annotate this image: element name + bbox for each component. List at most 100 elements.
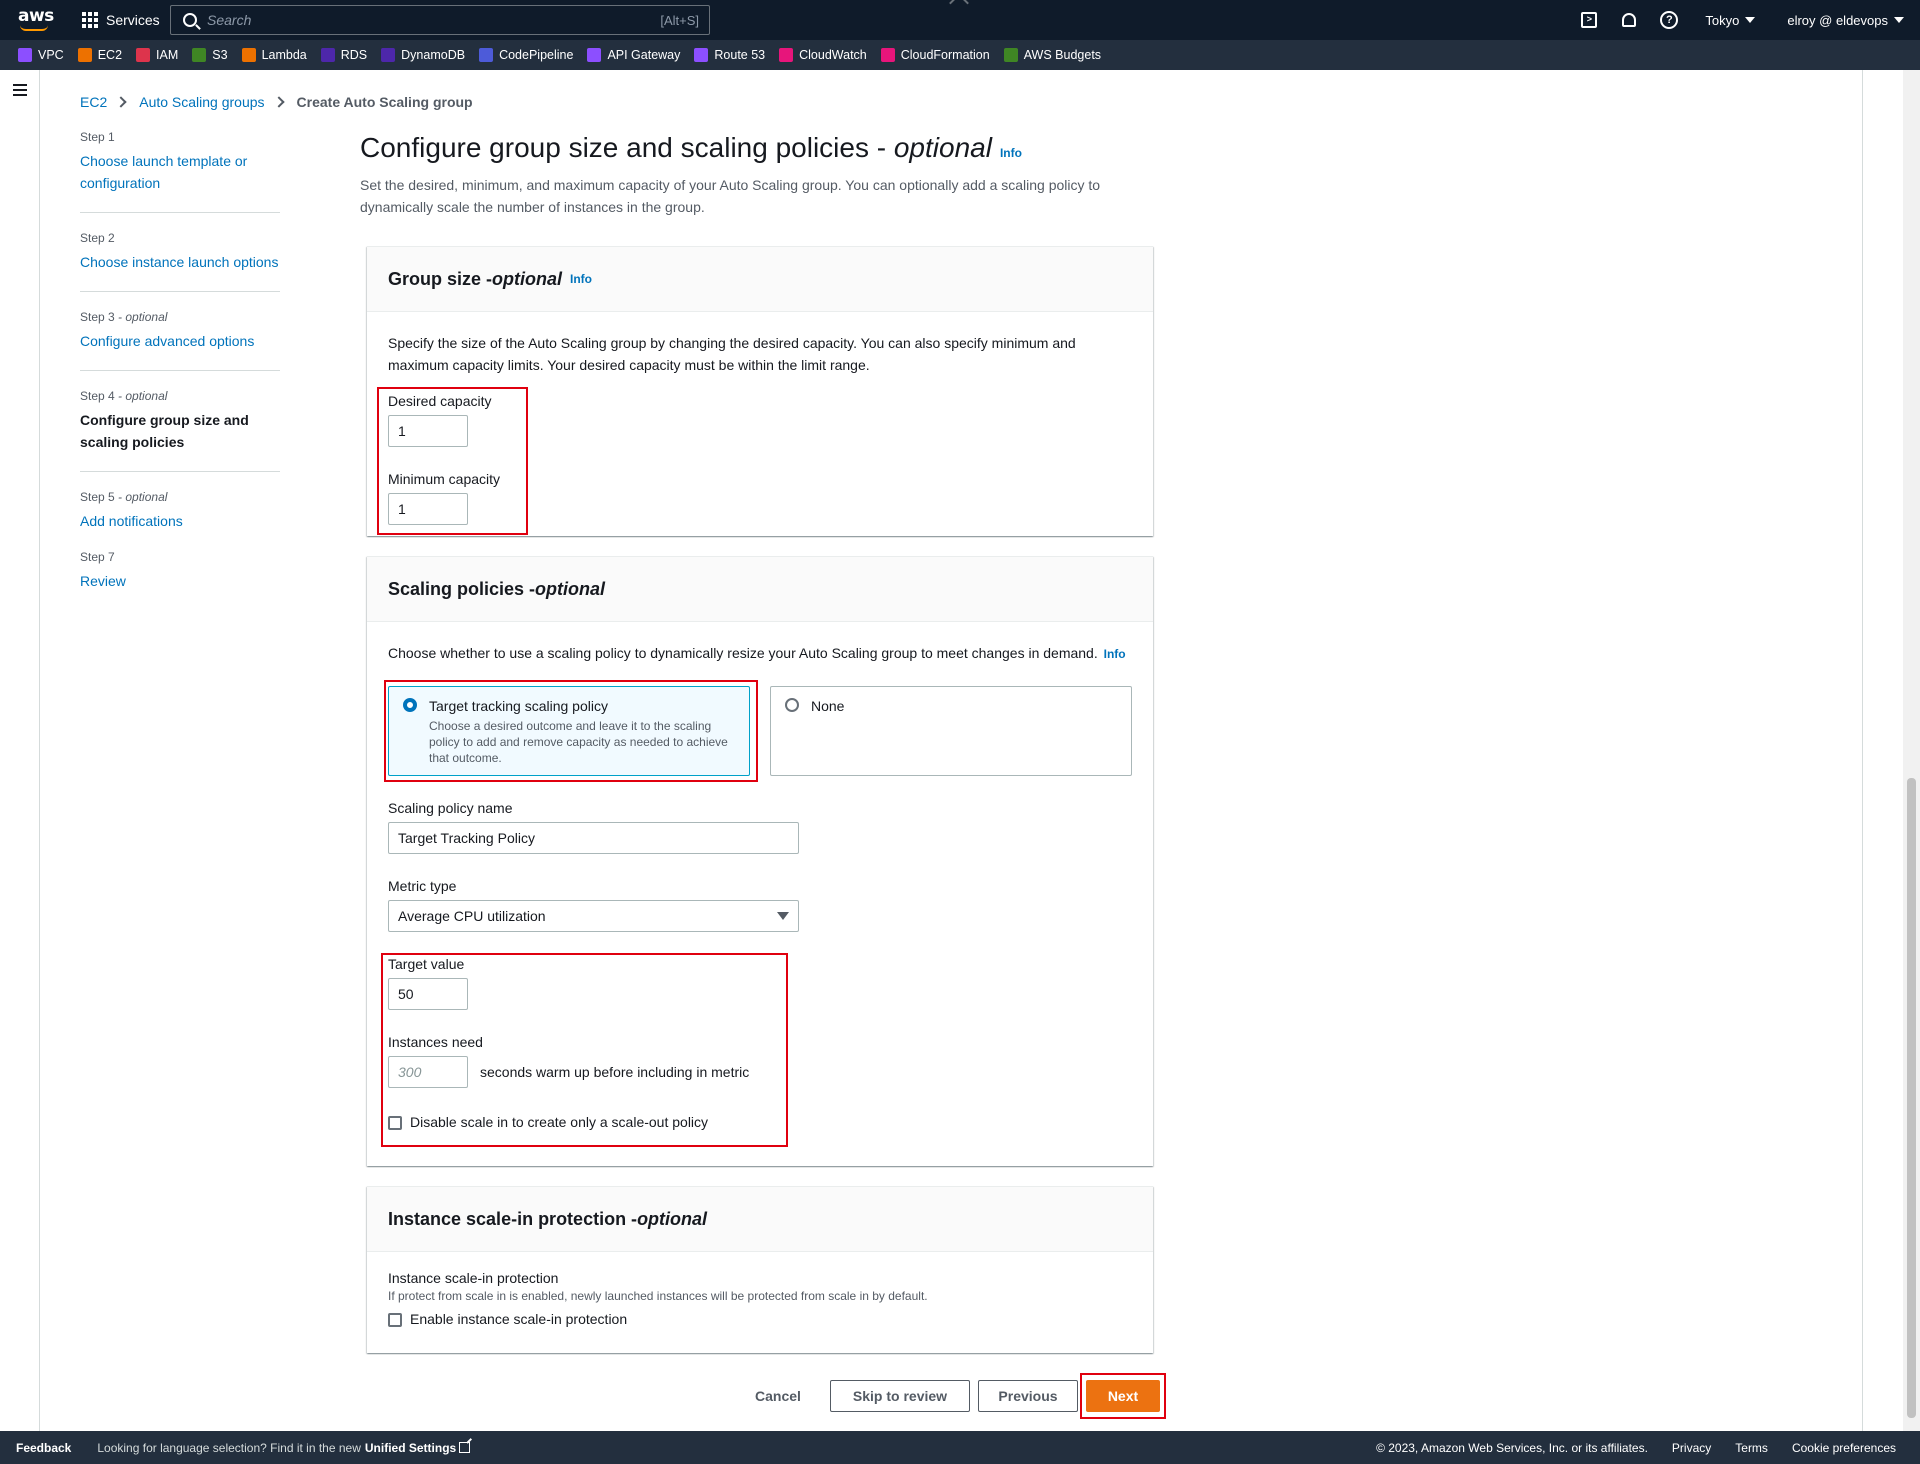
favorite-codepipeline[interactable]: CodePipeline (479, 48, 573, 62)
language-hint: Looking for language selection? Find it … (97, 1440, 361, 1455)
favorite-api-gateway[interactable]: API Gateway (587, 48, 680, 62)
metric-type-label: Metric type (388, 878, 457, 894)
search-icon (183, 13, 197, 27)
policy-name-input[interactable]: Target Tracking Policy (388, 822, 799, 854)
protection-label: Instance scale-in protection (388, 1270, 559, 1286)
scale-in-protection-panel: Instance scale-in protection - optional … (367, 1186, 1153, 1353)
highlight-target-settings (381, 953, 788, 1147)
skip-to-review-button[interactable]: Skip to review (830, 1380, 970, 1412)
terminal-icon: > (1581, 12, 1598, 28)
breadcrumb-auto-scaling-groups[interactable]: Auto Scaling groups (139, 94, 264, 110)
scaling-description: Choose whether to use a scaling policy t… (388, 645, 1126, 661)
api-gateway-service-icon (587, 48, 602, 62)
help-button[interactable]: ? (1649, 0, 1689, 40)
search-placeholder: Search (207, 12, 252, 28)
scrollbar[interactable] (1903, 70, 1920, 1431)
breadcrumb-ec2[interactable]: EC2 (80, 94, 107, 110)
step-link-launch-options[interactable]: Choose instance launch options (80, 251, 280, 273)
chevron-right-icon (115, 96, 127, 108)
right-rail (1862, 70, 1902, 1431)
info-link[interactable]: Info (1104, 647, 1126, 661)
feedback-link[interactable]: Feedback (16, 1441, 71, 1455)
caret-down-icon (1745, 17, 1756, 23)
aws-logo[interactable]: aws (18, 6, 54, 34)
step-current-group-size: Configure group size and scaling policies (80, 412, 249, 450)
step-3: Step 3 - optional Configure advanced opt… (80, 310, 280, 371)
radio-unselected-icon (785, 698, 799, 712)
step-5: Step 5 - optional Add notifications (80, 490, 280, 538)
step-link-launch-template[interactable]: Choose launch template or configuration (80, 150, 280, 194)
aws-budgets-service-icon (1003, 48, 1018, 62)
protection-description: If protect from scale in is enabled, new… (388, 1289, 928, 1303)
region-selector[interactable]: Tokyo (1689, 13, 1771, 28)
enable-protection-checkbox[interactable]: Enable instance scale-in protection (388, 1311, 1132, 1328)
favorite-lambda[interactable]: Lambda (241, 48, 307, 62)
breadcrumb: EC2 Auto Scaling groups Create Auto Scal… (80, 92, 473, 112)
info-link[interactable]: Info (570, 272, 592, 286)
step-2: Step 2 Choose instance launch options (80, 231, 280, 292)
favorite-s3[interactable]: S3 (192, 48, 228, 62)
previous-button[interactable]: Previous (978, 1380, 1078, 1412)
radio-none[interactable]: None (770, 686, 1132, 776)
header-bar: aws Services Search [Alt+S] > ? Tokyo el… (0, 0, 1920, 40)
step-number: Step 5 - optional (80, 490, 168, 504)
step-4: Step 4 - optional Configure group size a… (80, 389, 280, 472)
step-number: Step 4 - optional (80, 389, 168, 403)
grid-icon (82, 12, 98, 28)
favorite-route-53[interactable]: Route 53 (694, 48, 765, 62)
terms-link[interactable]: Terms (1735, 1441, 1768, 1455)
codepipeline-service-icon (479, 48, 494, 62)
page-title: Configure group size and scaling policie… (360, 132, 1022, 163)
copyright: © 2023, Amazon Web Services, Inc. or its… (1376, 1440, 1648, 1455)
notifications-button[interactable] (1609, 0, 1649, 40)
enable-protection-label: Enable instance scale-in protection (410, 1311, 628, 1327)
chevron-right-icon (272, 96, 285, 108)
checkbox-icon (388, 1313, 402, 1328)
favorite-rds[interactable]: RDS (320, 48, 367, 62)
caret-down-icon (777, 912, 789, 920)
favorite-cloudformation[interactable]: CloudFormation (880, 48, 990, 62)
favorite-dynamodb[interactable]: DynamoDB (381, 48, 465, 62)
step-7: Step 7 Review (80, 550, 280, 598)
privacy-link[interactable]: Privacy (1672, 1441, 1711, 1455)
step-link-advanced-options[interactable]: Configure advanced options (80, 330, 280, 352)
footer: Feedback Looking for language selection?… (0, 1431, 1920, 1464)
favorite-label: AWS Budgets (1023, 48, 1102, 62)
step-number: Step 7 (80, 550, 115, 564)
menu-icon[interactable] (13, 84, 27, 96)
step-link-notifications[interactable]: Add notifications (80, 510, 280, 532)
favorite-vpc[interactable]: VPC (18, 48, 64, 62)
scroll-thumb[interactable] (1907, 778, 1916, 1418)
favorite-iam[interactable]: IAM (136, 48, 178, 62)
account-menu[interactable]: elroy @ eldevops (1771, 13, 1920, 28)
step-link-review[interactable]: Review (80, 570, 280, 592)
favorite-label: CloudFormation (900, 48, 990, 62)
lambda-service-icon (241, 48, 256, 62)
step-1: Step 1 Choose launch template or configur… (80, 130, 280, 213)
favorite-cloudwatch[interactable]: CloudWatch (779, 48, 867, 62)
favorites-bar: VPC EC2 IAM S3 Lambda RDS DynamoDB CodePipeline… (0, 40, 1920, 70)
wizard-steps: Step 1 Choose launch template or configur… (80, 130, 280, 610)
cloudshell-button[interactable]: > (1569, 0, 1609, 40)
cookie-preferences-link[interactable]: Cookie preferences (1792, 1441, 1896, 1455)
info-link[interactable]: Info (1000, 146, 1022, 160)
favorite-label: Route 53 (714, 48, 766, 62)
search-input[interactable]: Search [Alt+S] (170, 5, 710, 35)
favorite-label: DynamoDB (401, 48, 466, 62)
favorite-ec2[interactable]: EC2 (77, 48, 122, 62)
scale-in-protection-header: Instance scale-in protection - optional (367, 1187, 1153, 1252)
cloudformation-service-icon (880, 48, 895, 62)
chevron-up-icon[interactable] (949, 0, 969, 13)
metric-type-select[interactable]: Average CPU utilization (388, 900, 799, 932)
services-label: Services (106, 12, 160, 28)
unified-settings-link[interactable]: Unified Settings (365, 1441, 471, 1455)
highlight-target-tracking (384, 680, 758, 782)
group-size-header: Group size - optional Info (367, 247, 1153, 312)
cancel-button[interactable]: Cancel (742, 1380, 814, 1412)
services-menu-button[interactable]: Services (82, 10, 160, 30)
cloudwatch-service-icon (779, 48, 794, 62)
favorite-label: S3 (212, 48, 228, 62)
favorite-label: VPC (38, 48, 64, 62)
favorite-aws-budgets[interactable]: AWS Budgets (1003, 48, 1102, 62)
header-actions: > ? Tokyo elroy @ eldevops (1569, 0, 1920, 40)
